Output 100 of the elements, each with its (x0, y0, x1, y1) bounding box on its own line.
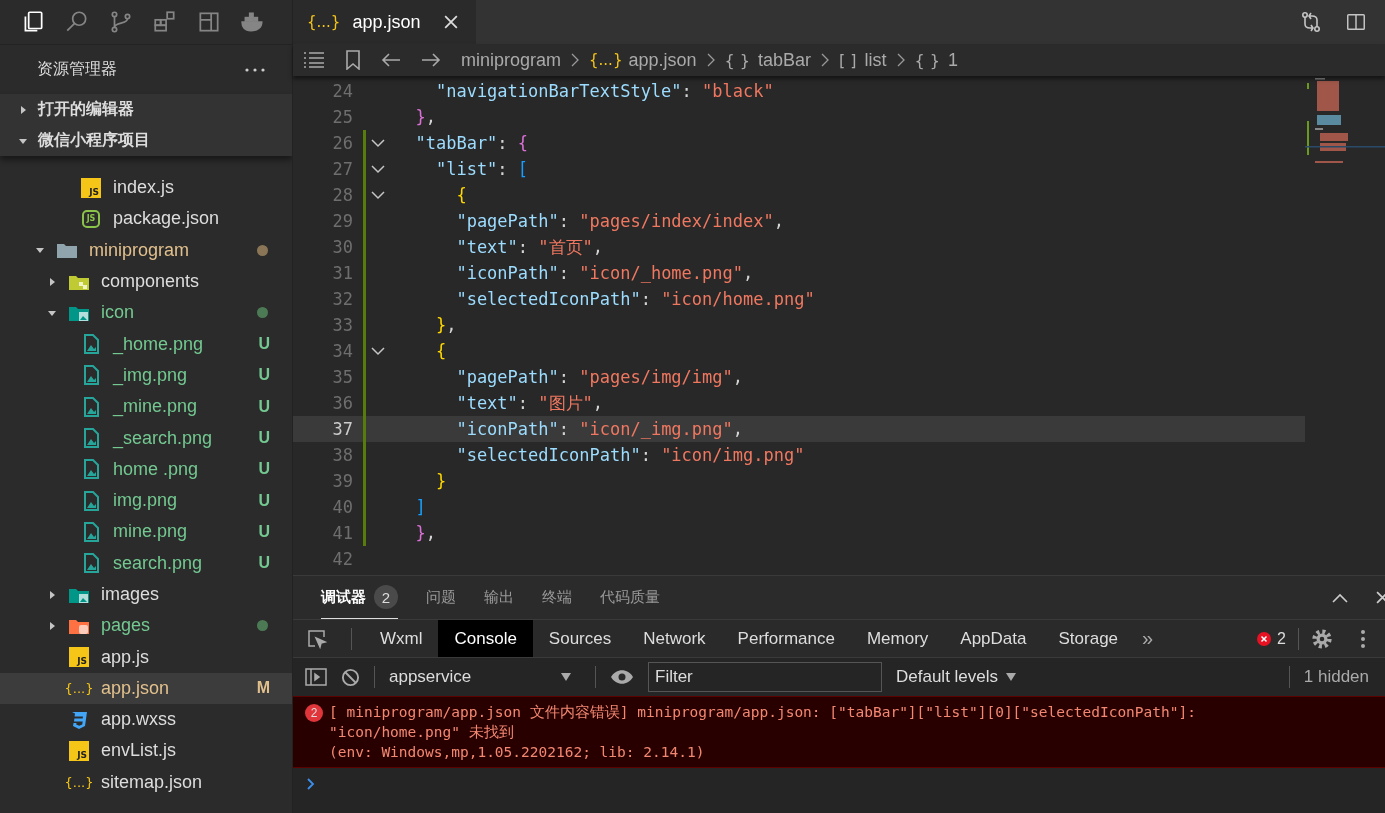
tree-item[interactable]: home .png U (0, 453, 292, 485)
filter-field[interactable]: Filter (648, 662, 882, 692)
image-file-icon (83, 428, 99, 448)
tree-item[interactable]: _search.png U (0, 422, 292, 454)
chevron-icon (821, 53, 829, 67)
tree-item[interactable]: JS envList.js (0, 735, 292, 767)
line-number: 36 (331, 393, 353, 413)
line-number: 35 (331, 367, 353, 387)
breadcrumb[interactable]: { } tabBar (724, 49, 811, 71)
tree-item[interactable]: icon (0, 297, 292, 329)
line-number: 38 (331, 445, 353, 465)
context-dropdown[interactable]: appservice (389, 667, 581, 687)
settings-icon[interactable] (1311, 627, 1333, 650)
eye-icon[interactable] (610, 669, 634, 685)
levels-dropdown[interactable]: Default levels (896, 667, 1017, 687)
json-file-icon: {...} (64, 680, 94, 696)
fold-chevron-icon[interactable] (371, 190, 385, 200)
outline-icon[interactable] (303, 51, 325, 69)
editor-tab[interactable]: {...} app.json (293, 0, 477, 44)
tree-item[interactable]: pages (0, 610, 292, 642)
chevron-up-icon[interactable] (1332, 592, 1348, 603)
forward-arrow-icon[interactable] (421, 52, 441, 68)
tree-item[interactable]: JS package.json (0, 203, 292, 235)
kebab-menu-icon[interactable] (1361, 629, 1365, 648)
dropdown-arrow-icon (1006, 673, 1017, 681)
hidden-count: 1 hidden (1303, 667, 1369, 687)
chevron-icon (706, 53, 715, 67)
sidebar-toggle-icon[interactable] (305, 668, 327, 686)
line-number: 28 (331, 185, 353, 205)
caret-icon (47, 620, 57, 631)
panel-tab[interactable]: 问题 (426, 576, 456, 619)
tree-item[interactable]: _mine.png U (0, 391, 292, 423)
devtools-tab[interactable]: Performance (721, 620, 851, 657)
tree-item[interactable]: JS app.js (0, 641, 292, 673)
error-icon (1257, 631, 1272, 646)
fold-chevron-icon[interactable] (371, 346, 385, 356)
explorer-title: 资源管理器 (37, 59, 117, 79)
close-icon[interactable] (444, 15, 459, 29)
breadcrumb[interactable]: { } 1 (914, 49, 959, 71)
panel-tab[interactable]: 终端 (542, 576, 572, 619)
folder-icon (56, 241, 78, 260)
tree-item[interactable]: JS index.js (0, 172, 292, 204)
code-line: }, (414, 107, 436, 127)
tree-item[interactable]: search.png U (0, 547, 292, 579)
inspect-icon[interactable] (307, 628, 327, 649)
dropdown-arrow-icon (561, 673, 571, 681)
line-number: 41 (331, 523, 353, 543)
more-icon[interactable] (245, 67, 265, 72)
bookmark-icon[interactable] (345, 50, 361, 70)
more-tabs[interactable]: » (1134, 627, 1154, 650)
image-file-icon (83, 334, 99, 355)
code-line: }, (414, 523, 436, 543)
panel-tab[interactable]: 代码质量 (600, 576, 660, 619)
tree-item[interactable]: components (0, 265, 292, 298)
error-message: [ miniprogram/app.json 文件内容错误] miniprogram/app.json: ["tabBar"]["list"][0]["selectedIconPath"]: (329, 703, 1196, 722)
tree-item[interactable]: img.png U (0, 484, 292, 517)
fold-chevron-icon[interactable] (371, 138, 385, 148)
back-arrow-icon[interactable] (381, 52, 401, 68)
devtools-tab[interactable]: Network (627, 620, 722, 657)
js-file-icon: JS (69, 647, 89, 668)
fold-chevron-icon[interactable] (371, 164, 385, 174)
code-line: "iconPath": "icon/_home.png", (455, 263, 754, 283)
section-header[interactable]: 微信小程序项目 (0, 125, 292, 156)
compare-icon[interactable] (1299, 10, 1323, 34)
line-number: 32 (331, 289, 353, 309)
tree-item[interactable]: images (0, 578, 292, 611)
tree-item[interactable]: _home.png U (0, 328, 292, 360)
panel-tab[interactable]: 输出 (484, 576, 514, 619)
line-number: 27 (331, 159, 353, 179)
breadcrumb[interactable]: {...} app.json (589, 49, 697, 71)
error-message: (env: Windows,mp,1.05.2202162; lib: 2.14.1) (329, 743, 706, 762)
tree-item[interactable]: mine.png U (0, 516, 292, 548)
code-line: } (434, 471, 447, 491)
tree-item[interactable]: miniprogram (0, 234, 292, 266)
image-file-icon (83, 521, 99, 542)
devtools-tab[interactable]: AppData (944, 620, 1043, 657)
tree-item[interactable]: {...} sitemap.json (0, 766, 292, 798)
error-count[interactable]: 2 (1277, 629, 1286, 648)
tree-item[interactable]: {...} app.json M (0, 672, 292, 705)
devtools-tab[interactable]: Storage (1042, 620, 1135, 657)
devtools-tab[interactable]: Console (438, 620, 533, 657)
line-number: 34 (331, 341, 353, 361)
breadcrumb[interactable]: miniprogram (461, 49, 562, 71)
line-number: 31 (331, 263, 353, 283)
code-line: "selectedIconPath": "icon/home.png" (455, 289, 815, 309)
clear-console-icon[interactable] (341, 667, 360, 687)
line-number: 30 (331, 237, 353, 257)
tree-item[interactable]: app.wxss (0, 704, 292, 736)
code-line: { (455, 185, 467, 205)
code-line: ] (414, 497, 426, 517)
split-editor-icon[interactable] (1345, 11, 1367, 33)
tree-item[interactable]: _img.png U (0, 359, 292, 392)
line-number: 37 (331, 419, 353, 439)
devtools-tab[interactable]: Memory (850, 620, 945, 657)
devtools-tab[interactable]: Wxml (364, 620, 439, 657)
devtools-tab[interactable]: Sources (532, 620, 628, 657)
breadcrumb[interactable]: [ ] list (839, 49, 887, 71)
caret-icon (18, 104, 28, 115)
section-header[interactable]: 打开的编辑器 (0, 94, 292, 125)
line-number: 42 (331, 549, 353, 569)
